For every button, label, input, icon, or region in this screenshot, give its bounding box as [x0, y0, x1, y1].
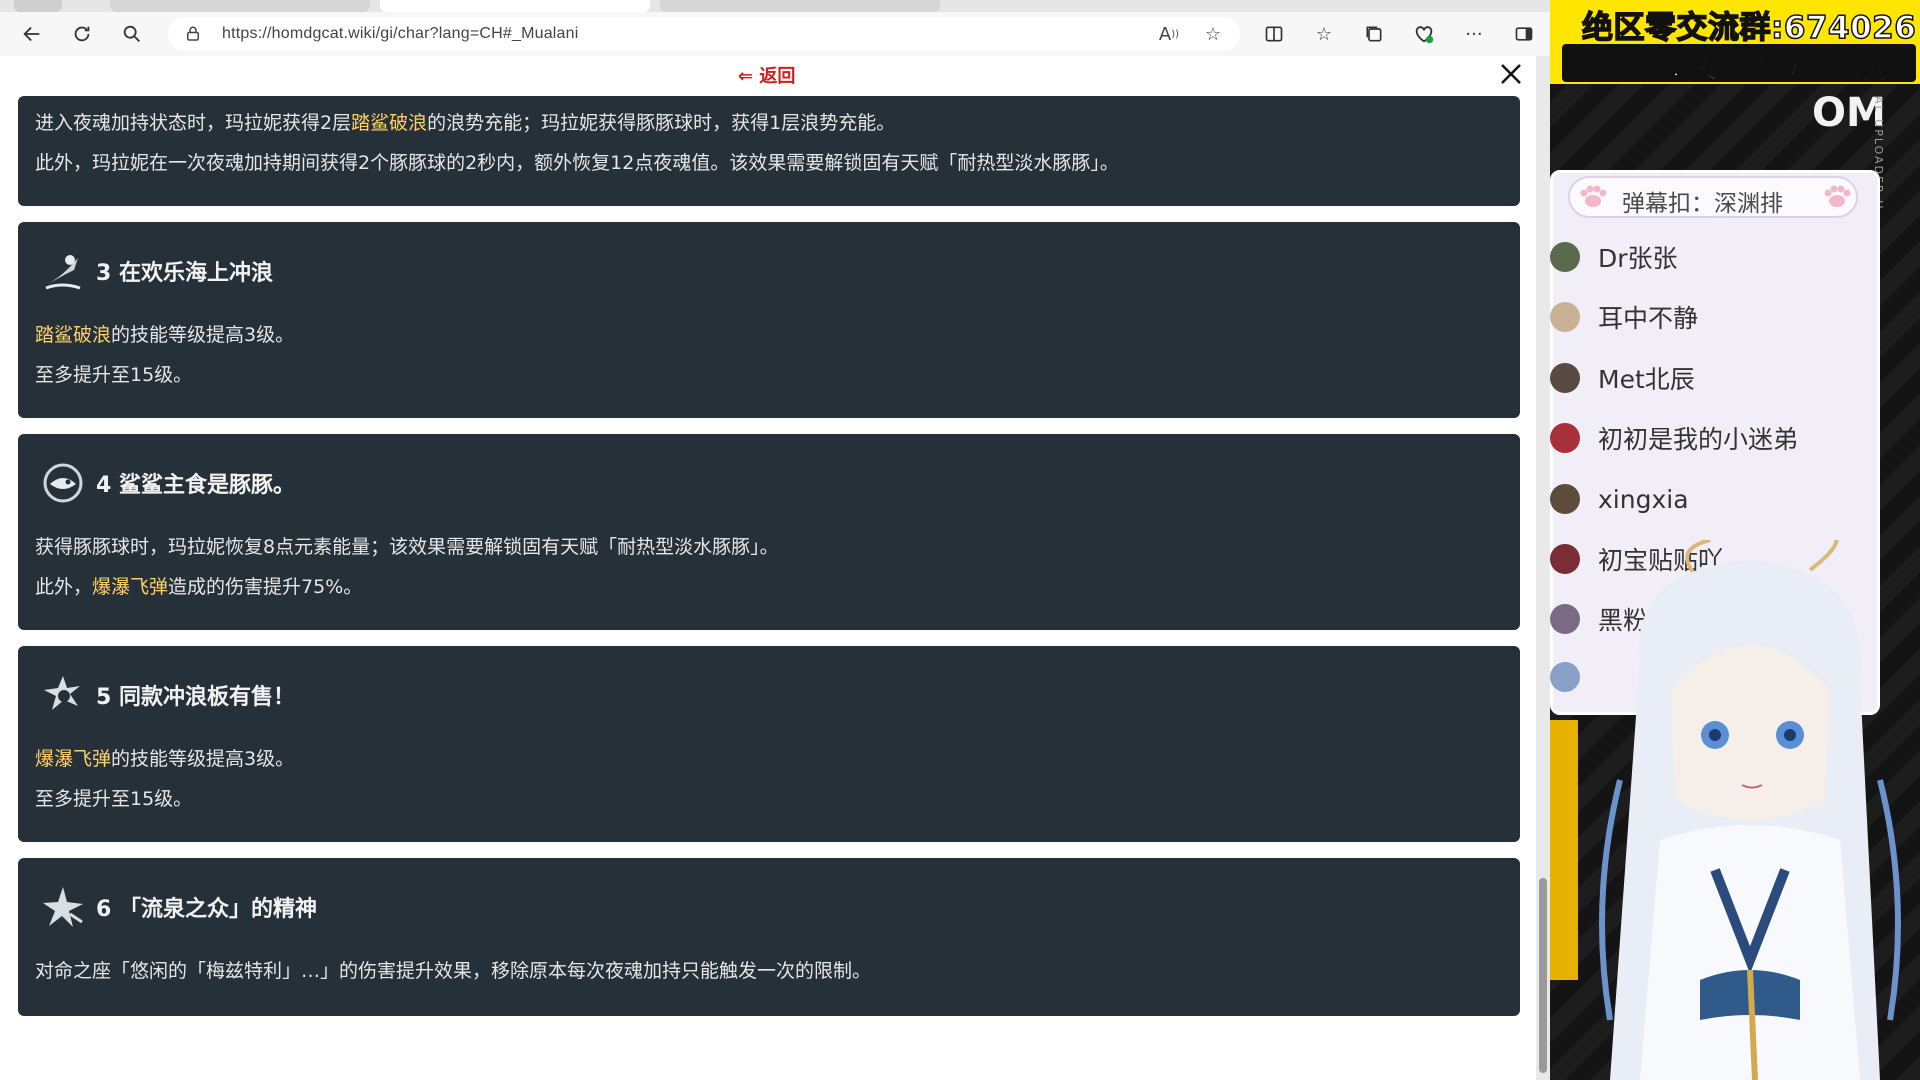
constellation-3-card: 3 在欢乐海上冲浪 踏鲨破浪的技能等级提高3级。 至多提升至15级。 — [18, 222, 1520, 418]
card-text-line: 踏鲨破浪的技能等级提高3级。 — [35, 320, 294, 347]
tab-next[interactable] — [660, 0, 940, 12]
text-segment: 的技能等级提高3级。 — [111, 748, 295, 770]
page-scrollbar-thumb[interactable] — [1539, 878, 1547, 1073]
danmu-header: 弹幕扣：深渊排 — [1568, 176, 1858, 218]
url-text[interactable]: https://homdgcat.wiki/gi/char?lang=CH#_M… — [222, 25, 579, 43]
skill-highlight: 踏鲨破浪 — [351, 112, 428, 134]
paw-icon — [1824, 185, 1851, 207]
constellation-4-card: 4 鲨鲨主食是豚豚。 获得豚豚球时，玛拉妮恢复8点元素能量；该效果需要解锁固有天… — [18, 434, 1520, 630]
vertical-brand-text: OM — [1812, 90, 1886, 136]
shark-eating-icon — [43, 463, 83, 503]
close-icon[interactable] — [1497, 60, 1525, 88]
card-text-line: 至多提升至15级。 — [35, 788, 193, 810]
danmu-user-row: xingxia — [1550, 476, 1689, 522]
constellation-title: 4 鲨鲨主食是豚豚。 — [96, 473, 295, 498]
card-text-line: 对命之座「悠闲的「梅兹特利」…」的伤害提升效果，移除原本每次夜魂加持只能触发一次… — [35, 960, 872, 982]
card-text-line: 此外，爆瀑飞弹造成的伤害提升75%。 — [35, 572, 362, 599]
window-controls[interactable] — [14, 0, 62, 12]
card-text-line: 进入夜魂加持状态时，玛拉妮获得2层踏鲨破浪的浪势充能；玛拉妮获得豚豚球时，获得1… — [35, 108, 895, 135]
surfing-icon — [45, 255, 81, 290]
user-name: 初初是我的小迷弟 — [1598, 425, 1799, 454]
text-segment: 进入夜魂加持状态时，玛拉妮获得2层 — [35, 112, 352, 134]
constellation-title: 3 在欢乐海上冲浪 — [96, 261, 273, 286]
promo-banner: 绝区零交流群:674026 免抽免肝，安全可靠尽在盼之 — [1550, 0, 1920, 85]
text-segment: 造成的伤害提升75%。 — [168, 576, 363, 598]
surfboard-splash-icon — [44, 676, 80, 710]
avatar — [1550, 302, 1580, 332]
screen: https://homdgcat.wiki/gi/char?lang=CH#_M… — [0, 0, 1920, 1080]
danmu-user-row: Dr张张 — [1550, 234, 1678, 280]
constellation-2-card: 进入夜魂加持状态时，玛拉妮获得2层踏鲨破浪的浪势充能；玛拉妮获得豚豚球时，获得1… — [18, 96, 1520, 206]
danmu-user-row: 耳中不静 — [1550, 294, 1698, 340]
stream-overlay: 绝区零交流群:674026 免抽免肝，安全可靠尽在盼之 OM AL UPLOAD… — [1550, 0, 1920, 1080]
skill-highlight: 爆瀑飞弹 — [35, 748, 112, 770]
browser-toolbar: https://homdgcat.wiki/gi/char?lang=CH#_M… — [0, 12, 1550, 56]
address-bar[interactable]: https://homdgcat.wiki/gi/char?lang=CH#_M… — [168, 17, 1240, 51]
search-icon[interactable] — [114, 16, 150, 52]
more-menu-icon[interactable]: ··· — [1456, 16, 1492, 52]
constellation-5-card: 5 同款冲浪板有售！ 爆瀑飞弹的技能等级提高3级。 至多提升至15级。 — [18, 646, 1520, 842]
card-text-line: 至多提升至15级。 — [35, 364, 193, 386]
avatar — [1550, 423, 1580, 453]
user-name: Dr张张 — [1598, 244, 1678, 273]
danmu-user-row: Met北辰 — [1550, 355, 1695, 401]
constellation-title: 6 「流泉之众」的精神 — [96, 897, 317, 922]
vtuber-avatar — [1550, 540, 1901, 1080]
favorite-star-icon[interactable]: ☆ — [1200, 21, 1226, 47]
read-aloud-icon[interactable]: A)) — [1156, 21, 1182, 47]
star-burst-icon — [43, 887, 83, 927]
tab-previous[interactable] — [110, 0, 370, 12]
collections-icon[interactable] — [1356, 16, 1392, 52]
user-name: xingxia — [1598, 484, 1689, 514]
constellation-6-card: 6 「流泉之众」的精神 对命之座「悠闲的「梅兹特利」…」的伤害提升效果，移除原本… — [18, 858, 1520, 1016]
danmu-user-row: 初初是我的小迷弟 — [1550, 415, 1798, 461]
card-text-line: 此外，玛拉妮在一次夜魂加持期间获得2个豚豚球的2秒内，额外恢复12点夜魂值。该效… — [35, 152, 1119, 174]
sidebar-toggle-icon[interactable] — [1506, 16, 1542, 52]
text-segment: 的浪势充能；玛拉妮获得豚豚球时，获得1层浪势充能。 — [427, 112, 896, 134]
banner-slogan: 免抽免肝，安全可靠尽在盼之 — [1574, 56, 1887, 85]
back-link[interactable]: ⇐ 返回 — [738, 62, 795, 88]
browser-window: https://homdgcat.wiki/gi/char?lang=CH#_M… — [0, 0, 1550, 1080]
card-text-line: 获得豚豚球时，玛拉妮恢复8点元素能量；该效果需要解锁固有天赋「耐热型淡水豚豚」。 — [35, 536, 779, 558]
card-text-line: 爆瀑飞弹的技能等级提高3级。 — [35, 744, 294, 771]
wiki-page: ⇐ 返回 进入夜魂加持状态时，玛拉妮获得2层踏鲨破浪的浪势充能；玛拉妮获得豚豚球… — [0, 56, 1536, 1080]
user-name: Met北辰 — [1598, 365, 1695, 394]
avatar — [1550, 242, 1580, 272]
paw-icon — [1580, 185, 1607, 207]
lock-icon[interactable] — [184, 25, 202, 43]
split-screen-icon[interactable] — [1256, 16, 1292, 52]
text-segment: 此外， — [35, 576, 93, 598]
constellation-title: 5 同款冲浪板有售！ — [96, 685, 295, 710]
avatar — [1550, 484, 1580, 514]
skill-highlight: 踏鲨破浪 — [35, 324, 112, 346]
banner-group-text: 绝区零交流群:674026 — [1581, 9, 1917, 47]
tab-strip — [0, 0, 1550, 12]
tab-active[interactable] — [380, 0, 650, 12]
favorites-icon[interactable]: ☆ — [1306, 16, 1342, 52]
text-segment: 的技能等级提高3级。 — [111, 324, 295, 346]
danmu-title: 弹幕扣：深渊排 — [1622, 191, 1783, 217]
browser-essentials-icon[interactable] — [1406, 16, 1442, 52]
avatar — [1550, 363, 1580, 393]
refresh-icon[interactable] — [64, 16, 100, 52]
user-name: 耳中不静 — [1598, 304, 1699, 333]
back-arrow-icon[interactable] — [14, 16, 50, 52]
skill-highlight: 爆瀑飞弹 — [92, 576, 169, 598]
